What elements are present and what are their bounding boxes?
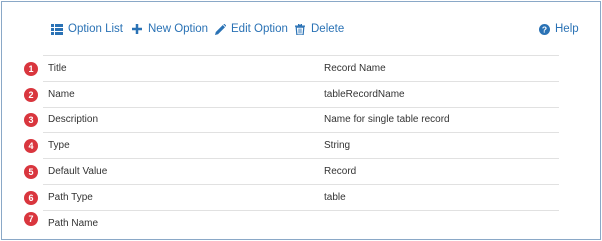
property-value: String [324,140,351,152]
property-value: Record [324,166,357,178]
property-name: Title [48,62,67,74]
option-list-button[interactable]: Option List [51,21,123,37]
step-badge: 4 [24,139,38,153]
step-badge: 5 [24,165,38,179]
table-row: Name tableRecordName [43,80,559,107]
toolbar: Option List New Option Edit Option Delet… [2,2,600,54]
table-row: Type String [43,132,559,158]
table-row: Default Value Record [43,158,559,184]
property-value: Name for single table record [324,114,450,126]
new-option-button[interactable]: New Option [131,21,208,37]
option-details-panel: Option List New Option Edit Option Delet… [1,1,601,240]
property-name: Path Name [48,217,99,229]
property-name: Path Type [48,191,93,203]
help-button[interactable]: ? Help [538,21,579,37]
help-label: Help [555,23,579,35]
question-circle-icon: ? [538,23,550,35]
table-row: Description Name for single table record [43,106,559,133]
step-badge: 6 [24,191,38,205]
edit-option-label: Edit Option [231,23,288,35]
property-value: Record Name [324,62,386,74]
list-icon [51,23,63,35]
step-badge: 3 [24,113,38,127]
option-properties-table: Title Record Name Name tableRecordName D… [43,55,559,236]
property-name: Name [48,88,75,100]
pencil-icon [214,23,226,35]
table-row: Path Name [43,209,559,236]
trash-icon [294,23,306,35]
property-name: Type [48,140,70,152]
property-value: table [324,191,346,203]
table-row: Title Record Name [43,55,559,81]
svg-text:?: ? [541,24,546,34]
step-badge: 1 [24,62,38,76]
property-name: Description [48,114,99,126]
step-badge: 2 [24,88,38,102]
edit-option-button[interactable]: Edit Option [214,21,288,37]
plus-icon [131,23,143,35]
property-name: Default Value [48,166,108,178]
step-badge: 7 [24,212,38,226]
delete-button[interactable]: Delete [294,21,344,37]
delete-label: Delete [311,23,345,35]
new-option-label: New Option [148,23,209,35]
table-row: Path Type table [43,183,559,210]
option-list-label: Option List [68,23,123,35]
property-value: tableRecordName [324,88,405,100]
